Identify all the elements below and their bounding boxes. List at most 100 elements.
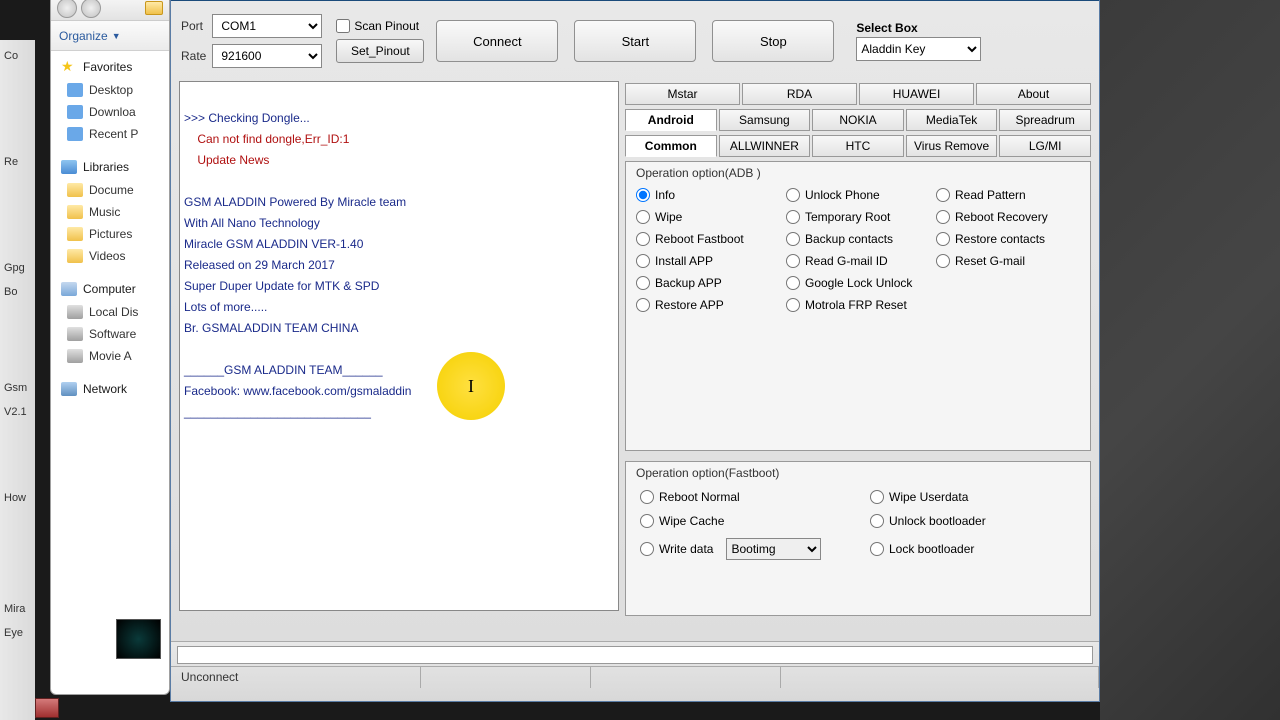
tab-lgmi[interactable]: LG/MI [999, 135, 1091, 157]
tab-common[interactable]: Common [625, 135, 717, 157]
desktop-icon-fragments: Co Re Gpg Bo Gsm V2.1 How Mira Eye [0, 40, 35, 720]
tree-item-documents[interactable]: Docume [51, 179, 169, 201]
tree-item-music[interactable]: Music [51, 201, 169, 223]
radio-reboot-fastboot[interactable] [636, 232, 650, 246]
radio-backup-app[interactable] [636, 276, 650, 290]
radio-label: Write data [659, 542, 713, 556]
port-label: Port [181, 19, 206, 33]
cursor-highlight-icon [437, 352, 505, 420]
set-pinout-button[interactable]: Set_Pinout [336, 39, 424, 63]
tab-about[interactable]: About [976, 83, 1091, 105]
tree-item-videos[interactable]: Videos [51, 245, 169, 267]
tab-row-2: AndroidSamsungNOKIAMediaTekSpreadrum [625, 109, 1091, 131]
radio-label: Reboot Fastboot [655, 232, 744, 246]
status-row: Unconnect [171, 666, 1099, 688]
scan-pinout-checkbox[interactable] [336, 19, 350, 33]
stop-button[interactable]: Stop [712, 20, 834, 62]
tree-item-software[interactable]: Software [51, 323, 169, 345]
rate-select[interactable]: 921600 [212, 44, 322, 68]
radio-write-data[interactable] [640, 542, 654, 556]
radio-motrola-frp-reset[interactable] [786, 298, 800, 312]
tree-item-pictures[interactable]: Pictures [51, 223, 169, 245]
radio-label: Backup contacts [805, 232, 893, 246]
tab-htc[interactable]: HTC [812, 135, 904, 157]
radio-label: Restore contacts [955, 232, 1045, 246]
radio-google-lock-unlock[interactable] [786, 276, 800, 290]
tab-huawei[interactable]: HUAWEI [859, 83, 974, 105]
tab-samsung[interactable]: Samsung [719, 109, 811, 131]
favorites-header[interactable]: Favorites [51, 55, 169, 79]
progress-bar [177, 646, 1093, 664]
radio-label: Install APP [655, 254, 713, 268]
file-thumbnail [116, 619, 161, 659]
radio-label: Read G-mail ID [805, 254, 888, 268]
tab-spreadrum[interactable]: Spreadrum [999, 109, 1091, 131]
adb-panel-title: Operation option(ADB ) [626, 162, 1090, 184]
radio-restore-app[interactable] [636, 298, 650, 312]
status-cell-2 [421, 667, 591, 688]
radio-label: Lock bootloader [889, 542, 974, 556]
libraries-icon [61, 160, 77, 174]
radio-read-g-mail-id[interactable] [786, 254, 800, 268]
radio-temporary-root[interactable] [786, 210, 800, 224]
explorer-organize-bar[interactable]: Organize ▼ [51, 21, 169, 51]
select-box-dropdown[interactable]: Aladdin Key [856, 37, 981, 61]
radio-wipe[interactable] [636, 210, 650, 224]
dropdown-caret-icon: ▼ [112, 31, 121, 41]
computer-icon [61, 282, 77, 296]
organize-label: Organize [59, 29, 108, 43]
radio-label: Info [655, 188, 675, 202]
radio-install-app[interactable] [636, 254, 650, 268]
start-button[interactable]: Start [574, 20, 696, 62]
radio-label: Google Lock Unlock [805, 276, 912, 290]
radio-wipe-userdata[interactable] [870, 490, 884, 504]
videos-icon [67, 249, 83, 263]
radio-restore-contacts[interactable] [936, 232, 950, 246]
right-operation-pane: MstarRDAHUAWEIAbout AndroidSamsungNOKIAM… [625, 81, 1091, 641]
tab-mstar[interactable]: Mstar [625, 83, 740, 105]
tab-virusremove[interactable]: Virus Remove [906, 135, 998, 157]
radio-label: Reboot Recovery [955, 210, 1048, 224]
tab-mediatek[interactable]: MediaTek [906, 109, 998, 131]
radio-reboot-normal[interactable] [640, 490, 654, 504]
tree-item-desktop[interactable]: Desktop [51, 79, 169, 101]
radio-unlock-bootloader[interactable] [870, 514, 884, 528]
tab-rda[interactable]: RDA [742, 83, 857, 105]
background-texture [1100, 0, 1280, 720]
disk-icon [67, 327, 83, 341]
fastboot-panel-title: Operation option(Fastboot) [626, 462, 1090, 484]
radio-reboot-recovery[interactable] [936, 210, 950, 224]
libraries-header[interactable]: Libraries [51, 155, 169, 179]
radio-info[interactable] [636, 188, 650, 202]
radio-label: Read Pattern [955, 188, 1026, 202]
radio-backup-contacts[interactable] [786, 232, 800, 246]
tab-nokia[interactable]: NOKIA [812, 109, 904, 131]
tree-item-downloads[interactable]: Downloa [51, 101, 169, 123]
taskbar-winrar-icon[interactable] [35, 698, 59, 718]
tab-allwinner[interactable]: ALLWINNER [719, 135, 811, 157]
tree-item-localdisk[interactable]: Local Dis [51, 301, 169, 323]
rate-label: Rate [181, 49, 206, 63]
radio-read-pattern[interactable] [936, 188, 950, 202]
adb-panel: Operation option(ADB ) InfoUnlock PhoneR… [625, 161, 1091, 451]
connect-button[interactable]: Connect [436, 20, 558, 62]
radio-unlock-phone[interactable] [786, 188, 800, 202]
nav-back-button[interactable] [57, 0, 77, 18]
tree-item-recent[interactable]: Recent P [51, 123, 169, 145]
disk-icon [67, 349, 83, 363]
status-cell-4 [781, 667, 1099, 688]
radio-lock-bootloader[interactable] [870, 542, 884, 556]
write-data-select[interactable]: Bootimg [726, 538, 821, 560]
scan-pinout-label: Scan Pinout [354, 19, 419, 33]
network-header[interactable]: Network [51, 377, 169, 401]
radio-label: Restore APP [655, 298, 724, 312]
computer-header[interactable]: Computer [51, 277, 169, 301]
log-output[interactable]: >>> Checking Dongle... Can not find dong… [179, 81, 619, 611]
tree-item-movie[interactable]: Movie A [51, 345, 169, 367]
radio-wipe-cache[interactable] [640, 514, 654, 528]
tab-row-1: MstarRDAHUAWEIAbout [625, 83, 1091, 105]
tab-android[interactable]: Android [625, 109, 717, 131]
nav-forward-button[interactable] [81, 0, 101, 18]
port-select[interactable]: COM1 [212, 14, 322, 38]
radio-reset-g-mail[interactable] [936, 254, 950, 268]
